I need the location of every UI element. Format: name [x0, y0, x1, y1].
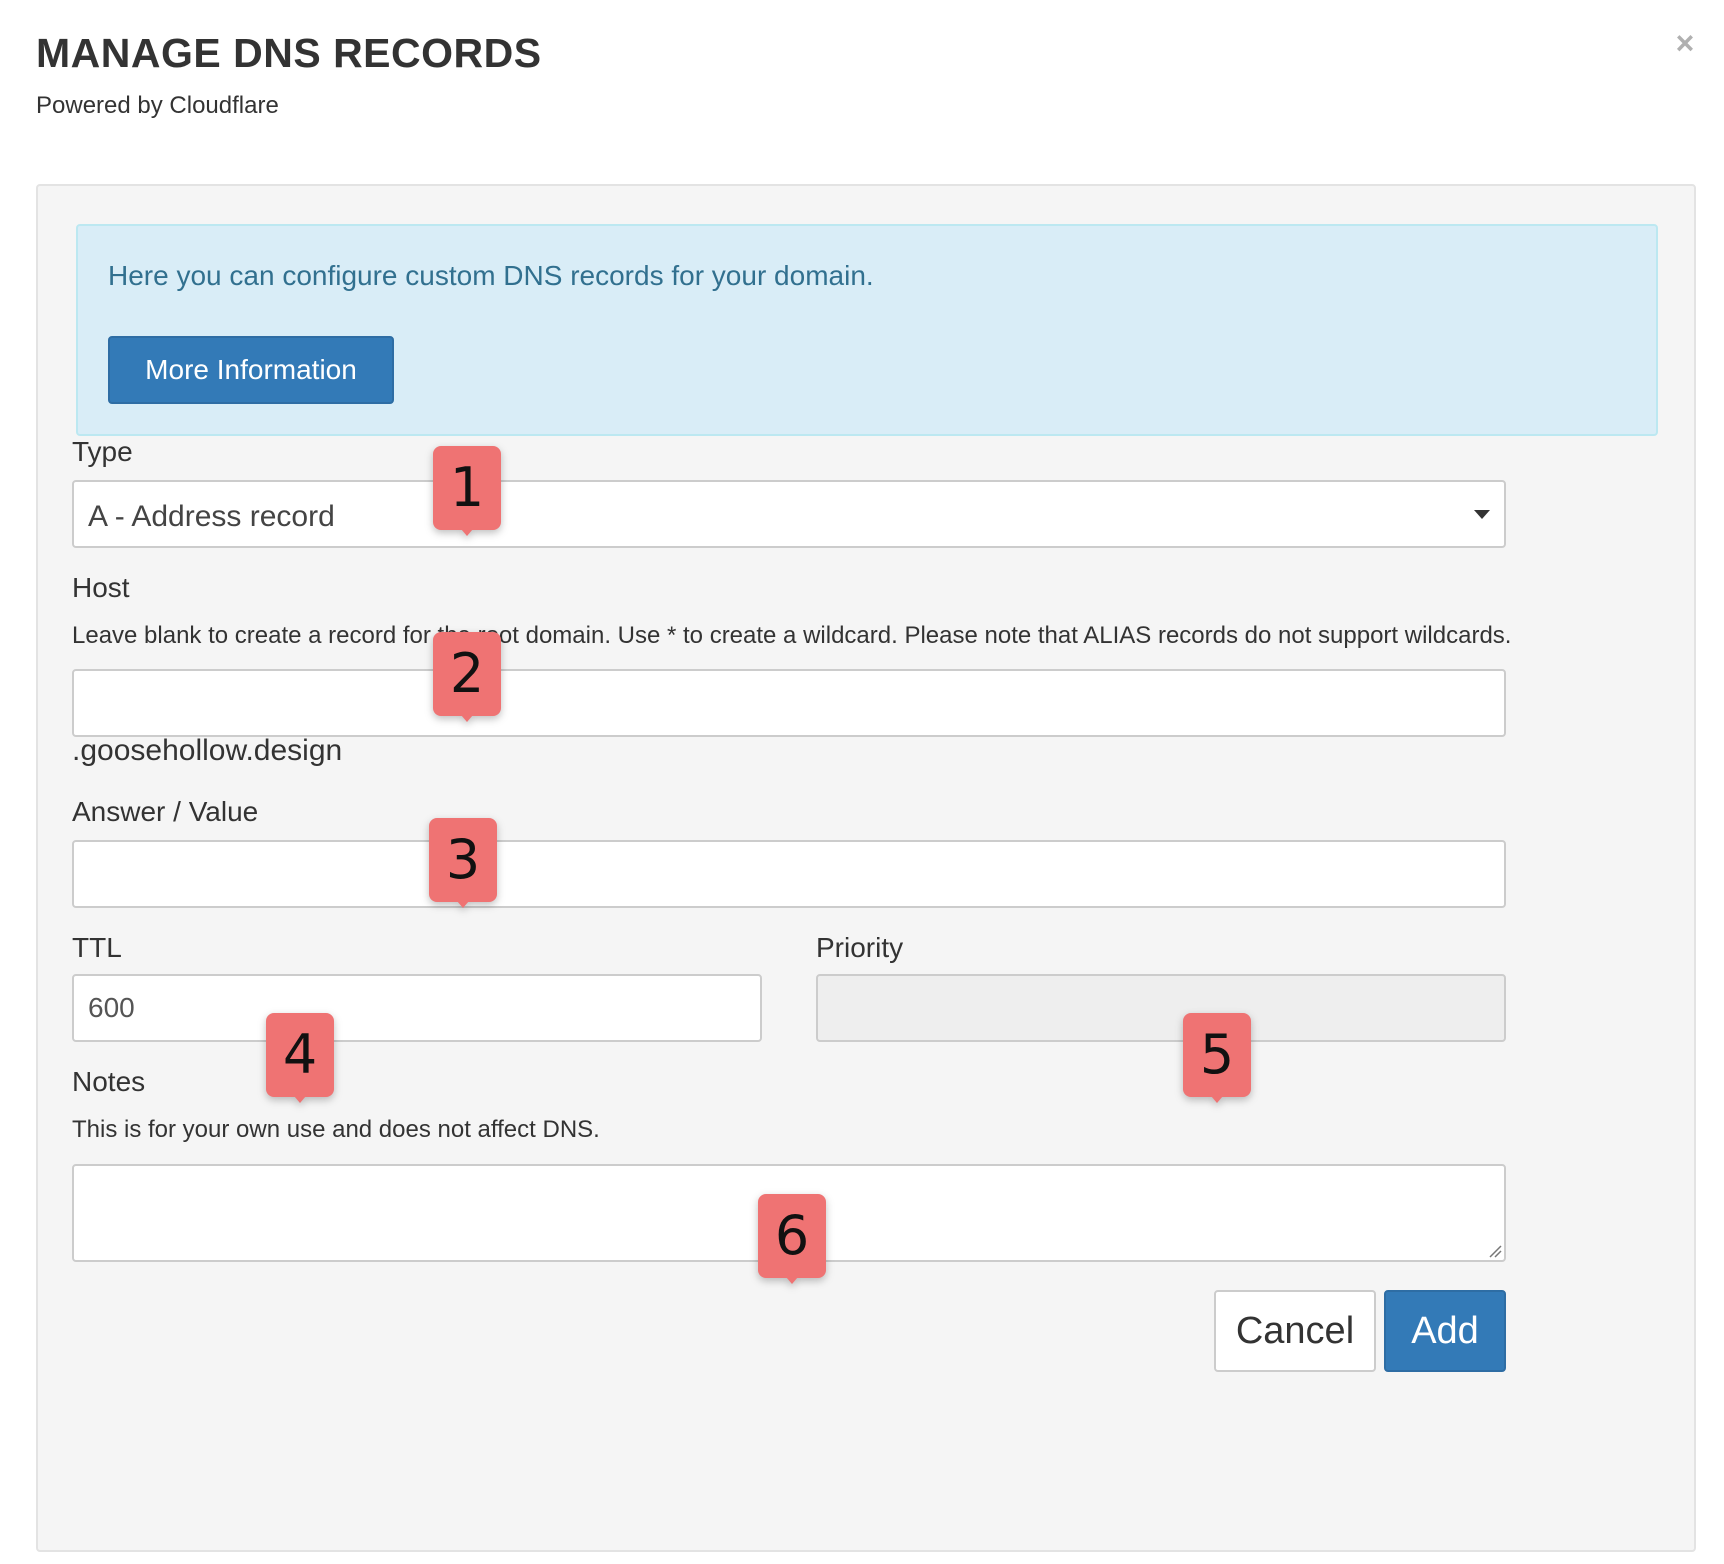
answer-input[interactable]	[72, 840, 1506, 908]
ttl-label: TTL	[72, 932, 122, 963]
answer-label: Answer / Value	[72, 796, 259, 827]
cancel-button[interactable]: Cancel	[1214, 1290, 1376, 1372]
page-title: MANAGE DNS RECORDS	[36, 30, 542, 76]
info-text: Here you can configure custom DNS record…	[108, 260, 874, 291]
host-domain-suffix: .goosehollow.design	[72, 734, 343, 767]
resize-handle-icon[interactable]	[1486, 1242, 1502, 1258]
host-input[interactable]	[72, 669, 1506, 737]
type-selected-value: A - Address record	[88, 500, 335, 533]
add-button[interactable]: Add	[1384, 1290, 1506, 1372]
type-select[interactable]: A - Address record	[72, 480, 1506, 548]
page-subtitle: Powered by Cloudflare	[36, 92, 279, 119]
type-label: Type	[72, 436, 133, 467]
notes-label: Notes	[72, 1066, 146, 1097]
callout-marker-1: 1	[433, 446, 501, 536]
chevron-down-icon	[1474, 510, 1490, 519]
more-information-button[interactable]: More Information	[108, 336, 394, 404]
callout-marker-4: 4	[266, 1013, 334, 1103]
close-icon[interactable]: ×	[1668, 26, 1702, 60]
dns-form-panel: Here you can configure custom DNS record…	[36, 184, 1696, 1552]
notes-help-text: This is for your own use and does not af…	[72, 1116, 600, 1143]
callout-marker-6: 6	[758, 1194, 826, 1284]
callout-marker-3: 3	[429, 818, 497, 908]
host-help-text: Leave blank to create a record for the r…	[72, 622, 1512, 649]
host-label: Host	[72, 572, 130, 603]
callout-marker-5: 5	[1183, 1013, 1251, 1103]
priority-label: Priority	[816, 932, 904, 963]
priority-input	[816, 974, 1506, 1042]
info-alert: Here you can configure custom DNS record…	[76, 224, 1658, 436]
ttl-input[interactable]	[72, 974, 762, 1042]
callout-marker-2: 2	[433, 632, 501, 722]
